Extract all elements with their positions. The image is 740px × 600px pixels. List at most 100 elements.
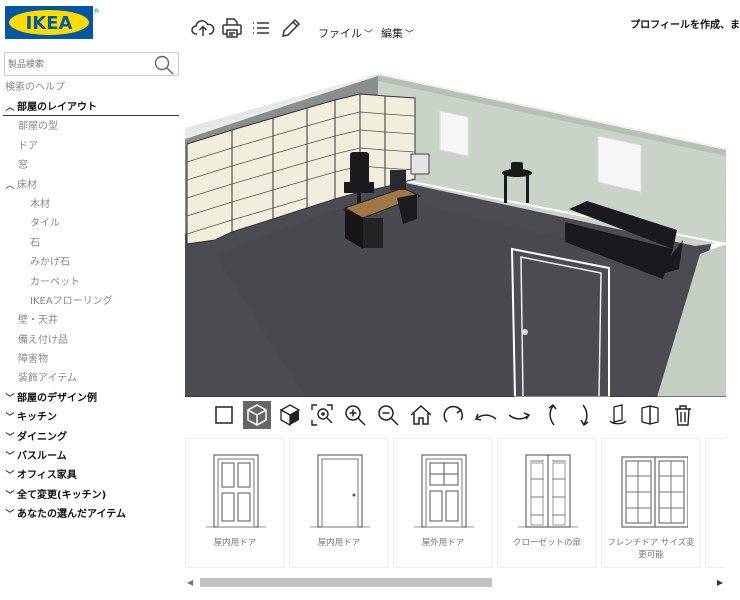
door-thumbnail — [518, 454, 578, 528]
window-right — [597, 135, 642, 193]
tree-item[interactable]: ドア — [3, 137, 179, 156]
edit-menu-label: 編集 — [381, 27, 403, 40]
top-toolbar: ファイル ﹀ 編集 ﹀ プロフィールを作成、ま — [185, 10, 740, 44]
tree-item[interactable]: ﹀ キッチン — [3, 408, 179, 427]
tree-item-label: 部屋の型 — [18, 121, 58, 133]
search-icon[interactable] — [153, 54, 175, 76]
rotate-left-icon[interactable] — [472, 401, 500, 429]
chevron-down-icon[interactable]: ﹀ — [3, 448, 17, 467]
tree-item-label: 部屋のデザイン例 — [17, 392, 97, 404]
registered-mark: ® — [94, 8, 100, 15]
tilt-up-icon[interactable] — [538, 401, 566, 429]
door-thumbnail — [621, 456, 688, 528]
printer — [410, 153, 430, 175]
search-input[interactable] — [8, 57, 148, 73]
tree-item[interactable]: ﹀ 全て変更(キッチン) — [3, 486, 179, 505]
tree-item[interactable]: IKEAフローリング — [3, 292, 179, 311]
pencil-icon[interactable] — [279, 16, 303, 40]
home-icon[interactable] — [407, 401, 435, 429]
door-thumbnail — [720, 449, 725, 529]
tree-item[interactable]: ︿ 部屋のレイアウト — [3, 98, 179, 117]
scroll-thumb[interactable] — [200, 578, 492, 587]
door-thumbnail — [310, 454, 370, 528]
tree-item[interactable]: 備え付け品 — [3, 331, 179, 350]
tree-item[interactable]: タイル — [3, 214, 179, 233]
product-card[interactable]: 屋内用ドア — [289, 438, 389, 568]
tree-item-label: ドア — [18, 140, 38, 152]
zoom-fit-icon[interactable] — [308, 401, 336, 429]
rotate-object-icon[interactable] — [604, 401, 632, 429]
product-card-caption: ま — [706, 537, 725, 549]
chevron-up-icon[interactable]: ︿ — [3, 177, 17, 196]
tree-item-label: 備え付け品 — [18, 334, 68, 346]
tree-item[interactable]: 障害物 — [3, 350, 179, 369]
tree-item-label: タイル — [30, 218, 60, 230]
category-tree: ︿ 部屋のレイアウト部屋の型ドア窓 ︿ 床材 木材タイル石みかげ石カーペット IKEAフロ… — [3, 98, 179, 525]
tree-item[interactable]: 窓 — [3, 156, 179, 175]
product-card-caption: 屋内用ドア — [213, 538, 257, 548]
tree-item[interactable]: ﹀ ダイニング — [3, 428, 179, 447]
product-gallery: 屋内用ドア 屋内用ドア 屋外用ドア クローゼットの扉 フレンチドア サイズ変更可能ま — [185, 436, 725, 570]
tree-item[interactable]: ﹀ 部屋のデザイン例 — [3, 389, 179, 408]
tree-item[interactable]: みかげ石 — [3, 253, 179, 272]
print-icon[interactable] — [220, 16, 244, 40]
product-search — [4, 52, 179, 76]
scroll-right-icon[interactable]: ▶ — [717, 578, 723, 587]
list-icon[interactable] — [249, 16, 273, 40]
flip-icon[interactable] — [636, 401, 664, 429]
view-2d-icon[interactable] — [210, 401, 238, 429]
trash-icon[interactable] — [669, 401, 697, 429]
tree-item[interactable]: 壁・天井 — [3, 311, 179, 330]
search-help-link[interactable]: 検索のヘルプ — [5, 78, 65, 93]
room-3d-viewport[interactable] — [185, 44, 726, 397]
tree-item-label: みかげ石 — [30, 257, 70, 269]
tree-item-label: 全て変更(キッチン) — [17, 489, 107, 501]
tree-item-label: バスルーム — [17, 451, 67, 463]
file-menu[interactable]: ファイル ﹀ — [318, 25, 373, 41]
rotate-right-icon[interactable] — [505, 401, 533, 429]
tree-item[interactable]: カーペット — [3, 273, 179, 292]
door-thumbnail — [414, 454, 474, 528]
tree-item[interactable]: 石 — [3, 234, 179, 253]
view-3d-solid-icon[interactable] — [276, 401, 304, 429]
tree-item[interactable]: ︿ 床材 — [3, 176, 179, 195]
tree-item[interactable]: 部屋の型 — [3, 117, 179, 136]
chevron-up-icon[interactable]: ︿ — [3, 99, 17, 118]
zoom-in-icon[interactable] — [341, 401, 369, 429]
tree-item[interactable]: ﹀ あなたの選んだアイテム — [3, 505, 179, 524]
chevron-down-icon[interactable]: ﹀ — [3, 467, 17, 486]
chevron-down-icon: ﹀ — [364, 30, 374, 40]
tilt-down-icon[interactable] — [571, 401, 599, 429]
front-door — [510, 247, 610, 397]
scroll-left-icon[interactable]: ◀ — [187, 578, 193, 587]
tree-item-label: ダイニング — [17, 431, 67, 443]
window-left — [439, 110, 469, 157]
tree-item-label: 石 — [30, 237, 40, 249]
edit-menu[interactable]: 編集 ﹀ — [381, 25, 414, 41]
product-card[interactable]: フレンチドア サイズ変更可能 — [601, 438, 701, 568]
tree-item[interactable]: 装飾アイテム — [3, 369, 179, 388]
upload-cloud-icon[interactable] — [191, 16, 215, 40]
chevron-down-icon: ﹀ — [405, 30, 415, 40]
chevron-down-icon[interactable]: ﹀ — [3, 390, 17, 409]
view-3d-icon[interactable] — [242, 401, 271, 429]
tree-item[interactable]: ﹀ バスルーム — [3, 447, 179, 466]
tree-item-label: 壁・天井 — [18, 315, 58, 327]
ikea-logo[interactable]: IKEA ® — [5, 6, 100, 39]
chevron-down-icon[interactable]: ﹀ — [3, 409, 17, 428]
chevron-down-icon[interactable]: ﹀ — [3, 487, 17, 506]
product-card[interactable]: クローゼットの扉 — [497, 438, 597, 568]
product-card[interactable]: ま — [705, 438, 725, 568]
chevron-down-icon[interactable]: ﹀ — [3, 429, 17, 448]
product-card-caption: クローゼットの扉 — [512, 538, 581, 548]
zoom-out-icon[interactable] — [374, 401, 402, 429]
gallery-scrollbar[interactable]: ◀ ▶ — [185, 575, 725, 589]
chevron-down-icon[interactable]: ﹀ — [3, 506, 17, 525]
product-card[interactable]: 屋外用ドア — [393, 438, 493, 568]
create-profile-link[interactable]: プロフィールを作成、ま — [630, 16, 740, 31]
file-menu-label: ファイル — [318, 27, 362, 40]
tree-item[interactable]: ﹀ オフィス家具 — [3, 466, 179, 485]
rotate-clockwise-icon[interactable] — [440, 401, 468, 429]
tree-item[interactable]: 木材 — [3, 195, 179, 214]
product-card[interactable]: 屋内用ドア — [185, 438, 285, 568]
